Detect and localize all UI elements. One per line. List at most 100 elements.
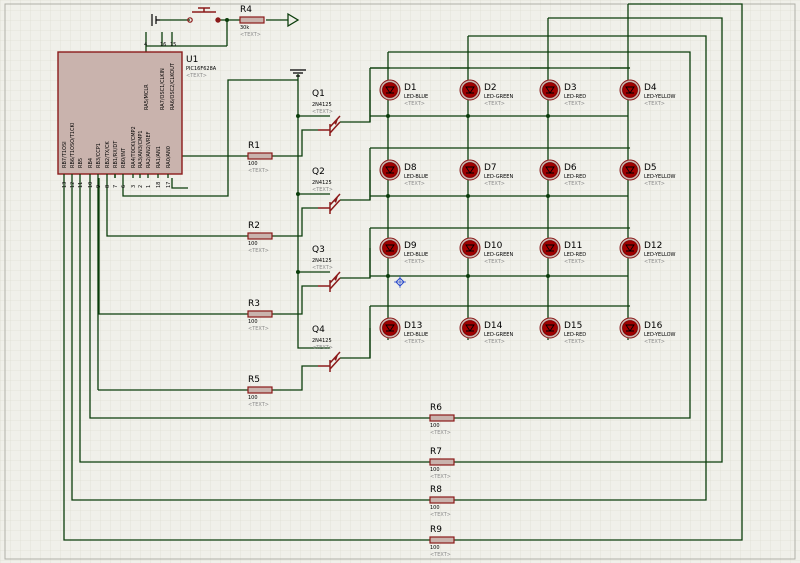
transistor-part: 2N4125	[312, 180, 332, 186]
mcu-top-pin-label: RA7/OSC1/CLKIN	[160, 68, 166, 110]
resistor-body[interactable]	[429, 496, 455, 504]
resistor-body[interactable]	[429, 458, 455, 466]
mcu-bottom-pin-number: 9	[96, 185, 102, 188]
led-part: LED-GREEN	[484, 252, 513, 258]
led-ref: D2	[484, 83, 497, 93]
mcu-bottom-pin-number: 11	[78, 182, 84, 188]
resistor-body[interactable]	[247, 152, 273, 160]
resistor-body[interactable]	[429, 536, 455, 544]
led-part: LED-YELLOW	[644, 94, 676, 100]
led-ref: D8	[404, 163, 417, 173]
led-ref: D6	[564, 163, 577, 173]
resistor-value: 100	[248, 161, 258, 167]
resistor-value: 100	[430, 545, 440, 551]
led-part: LED-GREEN	[484, 174, 513, 180]
led-part: LED-RED	[564, 174, 586, 180]
led-part: LED-YELLOW	[644, 332, 676, 338]
schematic-canvas[interactable]: U1 PIC16F628A <TEXT> 4RA5/MCLR16RA7/OSC1…	[0, 0, 800, 563]
led-ref: D3	[564, 83, 577, 93]
mcu-bottom-pin-number: 6	[121, 185, 127, 188]
led-ref: D16	[644, 321, 663, 331]
mcu-top-pin-number: 4	[144, 42, 147, 48]
mcu-ref: U1	[186, 55, 198, 65]
led-part: LED-BLUE	[404, 174, 428, 180]
led-text-placeholder: <TEXT>	[404, 181, 425, 187]
mcu-bottom-pin-number: 1	[146, 185, 152, 188]
resistor-ref: R1	[248, 141, 260, 151]
led-lens	[542, 240, 558, 256]
transistor-text-placeholder: <TEXT>	[312, 265, 333, 271]
led-text-placeholder: <TEXT>	[564, 101, 585, 107]
resistor-ref: R3	[248, 299, 260, 309]
resistor-ref: R5	[248, 375, 260, 385]
mcu-bottom-pin-number: 7	[113, 185, 119, 188]
led-text-placeholder: <TEXT>	[484, 339, 505, 345]
led-text-placeholder: <TEXT>	[644, 339, 665, 345]
led-lens	[622, 82, 638, 98]
led-ref: D5	[644, 163, 657, 173]
resistor-text-placeholder: <TEXT>	[430, 474, 451, 480]
resistor-text-placeholder: <TEXT>	[430, 552, 451, 558]
resistor-ref: R4	[240, 5, 252, 15]
resistor-ref: R2	[248, 221, 260, 231]
led-ref: D9	[404, 241, 417, 251]
led-lens	[542, 320, 558, 336]
resistor-text-placeholder: <TEXT>	[240, 32, 261, 38]
resistor-text-placeholder: <TEXT>	[430, 512, 451, 518]
resistor-body[interactable]	[247, 310, 273, 318]
transistor-text-placeholder: <TEXT>	[312, 109, 333, 115]
mcu-bottom-pin-label: RB6/T1OSO/T1CKI	[70, 123, 76, 168]
led-lens	[622, 320, 638, 336]
resistor-body[interactable]	[247, 232, 273, 240]
mcu-bottom-pin-label: RB0/INT	[121, 147, 127, 168]
resistor-body[interactable]	[247, 386, 273, 394]
mcu-bottom-pin-number: 10	[88, 182, 94, 188]
mcu-bottom-pin-label: RB7/T1OSI	[62, 141, 68, 168]
led-part: LED-BLUE	[404, 252, 428, 258]
led-lens	[382, 320, 398, 336]
mcu-text-placeholder: <TEXT>	[186, 73, 207, 79]
mcu-bottom-pin-label: RB5	[78, 158, 84, 168]
resistor-value: 100	[248, 241, 258, 247]
transistor-ref: Q3	[312, 245, 325, 255]
mcu-part: PIC16F628A	[186, 66, 217, 72]
led-ref: D15	[564, 321, 582, 331]
mcu-bottom-pin-number: 13	[62, 182, 68, 188]
led-text-placeholder: <TEXT>	[644, 259, 665, 265]
resistor-ref: R6	[430, 403, 442, 413]
mcu-bottom-pin-label: RB1/RX/DT	[113, 140, 119, 168]
led-part: LED-BLUE	[404, 94, 428, 100]
led-lens	[382, 240, 398, 256]
led-text-placeholder: <TEXT>	[484, 101, 505, 107]
led-lens	[622, 240, 638, 256]
led-lens	[542, 82, 558, 98]
resistor-value: 100	[430, 423, 440, 429]
led-part: LED-RED	[564, 252, 586, 258]
transistor-part: 2N4125	[312, 258, 332, 264]
led-ref: D11	[564, 241, 582, 251]
resistor-ref: R9	[430, 525, 442, 535]
led-text-placeholder: <TEXT>	[404, 101, 425, 107]
mcu-top-pin-number: 16	[160, 42, 166, 48]
mcu-bottom-pin-label: RB4	[88, 158, 94, 168]
mcu-top-pin-label: RA5/MCLR	[144, 84, 150, 110]
resistor-body[interactable]	[239, 16, 265, 24]
led-lens	[622, 162, 638, 178]
led-text-placeholder: <TEXT>	[644, 181, 665, 187]
led-lens	[382, 82, 398, 98]
mcu-top-pin-label: RA6/OSC2/CLKOUT	[170, 62, 176, 110]
led-text-placeholder: <TEXT>	[644, 101, 665, 107]
led-text-placeholder: <TEXT>	[484, 181, 505, 187]
resistor-body[interactable]	[429, 414, 455, 422]
led-text-placeholder: <TEXT>	[404, 339, 425, 345]
led-ref: D1	[404, 83, 417, 93]
led-lens	[542, 162, 558, 178]
mcu-bottom-pin-number: 17	[166, 182, 172, 188]
led-text-placeholder: <TEXT>	[404, 259, 425, 265]
mcu-bottom-pin-number: 2	[138, 185, 144, 188]
led-lens	[462, 320, 478, 336]
led-part: LED-RED	[564, 94, 586, 100]
led-lens	[382, 162, 398, 178]
mcu-bottom-pin-label: RA3/AN3/CMP1	[138, 130, 144, 168]
mcu-bottom-pin-label: RB2/TX/CK	[105, 141, 111, 168]
